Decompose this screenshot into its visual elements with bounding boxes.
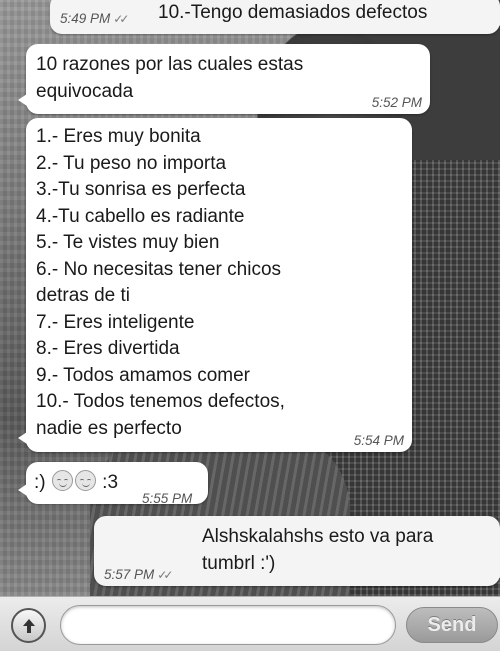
message-text: Alshskalahshs esto va para tumbrl :') bbox=[202, 526, 434, 574]
message-text: 10.-Tengo demasiados defectos bbox=[158, 2, 428, 23]
message-timestamp: 5:52 PM bbox=[371, 95, 422, 110]
message-text: 10 razones por las cuales estas equivoca… bbox=[36, 54, 304, 102]
message-bubble-incoming[interactable]: 10 razones por las cuales estas equivoca… bbox=[18, 44, 430, 114]
message-timestamp: 5:57 PM ✓✓ bbox=[104, 567, 173, 582]
message-timestamp: 5:55 PM bbox=[142, 491, 193, 506]
message-input[interactable] bbox=[60, 605, 396, 645]
read-receipt-icon: ✓✓ bbox=[113, 12, 129, 26]
send-button[interactable]: Send bbox=[406, 607, 498, 643]
message-text: 1.- Eres muy bonita 2.- Tu peso no impor… bbox=[36, 126, 285, 439]
message-timestamp: 5:49 PM ✓✓ bbox=[60, 11, 129, 26]
smiling-face-icon bbox=[51, 470, 73, 491]
message-timestamp: 5:54 PM bbox=[353, 433, 404, 448]
attach-button[interactable] bbox=[11, 608, 46, 643]
message-bubble-incoming[interactable]: 1.- Eres muy bonita 2.- Tu peso no impor… bbox=[18, 118, 412, 452]
message-bubble-incoming[interactable]: :) :3 5:55 PM bbox=[18, 462, 208, 506]
message-bubble-outgoing[interactable]: Alshskalahshs esto va para tumbrl :') 5:… bbox=[94, 516, 500, 586]
smiling-face-icon bbox=[74, 470, 96, 491]
message-bubble-outgoing[interactable]: 5:49 PM ✓✓ 10.-Tengo demasiados defectos bbox=[50, 0, 500, 34]
arrow-up-icon bbox=[22, 618, 35, 633]
message-text: :) :3 bbox=[34, 470, 119, 493]
message-composer: Send bbox=[0, 596, 500, 651]
read-receipt-icon: ✓✓ bbox=[157, 568, 173, 582]
